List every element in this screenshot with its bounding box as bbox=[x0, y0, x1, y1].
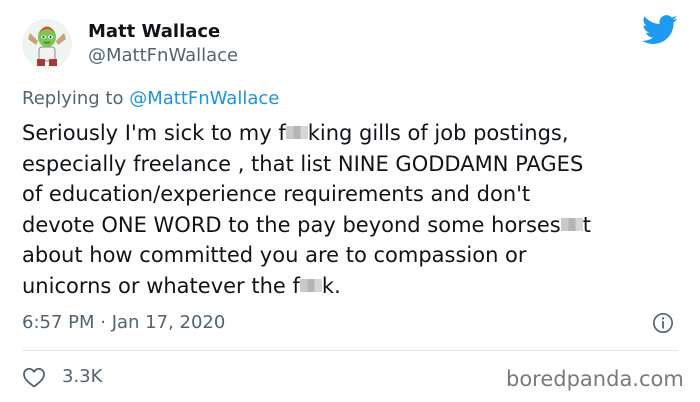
tweet-card: Matt Wallace @MattFnWallace Replying to … bbox=[0, 0, 700, 402]
tweet-line: of education/experience requirements and… bbox=[22, 179, 692, 210]
info-icon[interactable] bbox=[652, 312, 674, 334]
tweet-line: Seriously I'm sick to my f king gills of … bbox=[22, 118, 692, 149]
tweet-timestamp[interactable]: 6:57 PM · Jan 17, 2020 bbox=[22, 312, 225, 334]
tweet-line: about how committed you are to compassio… bbox=[22, 240, 692, 271]
reply-prefix: Replying to bbox=[22, 88, 130, 109]
text-segment: of education/experience requirements and… bbox=[22, 182, 531, 206]
text-segment: devote ONE WORD to the pay beyond some h… bbox=[22, 212, 561, 237]
tweet-line: especially freelance , that list NINE GO… bbox=[22, 149, 692, 180]
censor-pixelation bbox=[285, 126, 308, 139]
reply-context: Replying to @MattFnWallace bbox=[22, 88, 279, 110]
heart-icon[interactable] bbox=[22, 366, 46, 388]
author-name[interactable]: Matt Wallace bbox=[88, 21, 220, 43]
divider bbox=[22, 350, 678, 351]
tweet-line: unicorns or whatever the f k. bbox=[22, 271, 692, 302]
reply-mention-link[interactable]: @MattFnWallace bbox=[129, 88, 279, 109]
text-segment: Seriously I'm sick to my f bbox=[22, 121, 286, 145]
text-segment: especially freelance , that list NINE GO… bbox=[22, 151, 584, 176]
twitter-bird-icon[interactable] bbox=[642, 14, 678, 46]
wrestler-mask-avatar-icon bbox=[22, 19, 72, 69]
censor-pixelation bbox=[560, 217, 583, 231]
tweet-text: Seriously I'm sick to my f king gills of … bbox=[22, 118, 692, 301]
avatar[interactable] bbox=[22, 19, 72, 69]
text-segment: k. bbox=[321, 273, 341, 298]
text-segment: unicorns or whatever the f bbox=[22, 273, 300, 298]
text-segment: king gills of job postings, bbox=[307, 121, 569, 145]
like-count: 3.3K bbox=[62, 366, 103, 387]
text-segment: t bbox=[582, 212, 591, 237]
author-handle[interactable]: @MattFnWallace bbox=[88, 45, 238, 67]
watermark: boredpanda.com bbox=[506, 367, 684, 391]
censor-pixelation bbox=[299, 278, 322, 292]
tweet-line: devote ONE WORD to the pay beyond some h… bbox=[22, 210, 692, 241]
text-segment: about how committed you are to compassio… bbox=[22, 243, 527, 267]
